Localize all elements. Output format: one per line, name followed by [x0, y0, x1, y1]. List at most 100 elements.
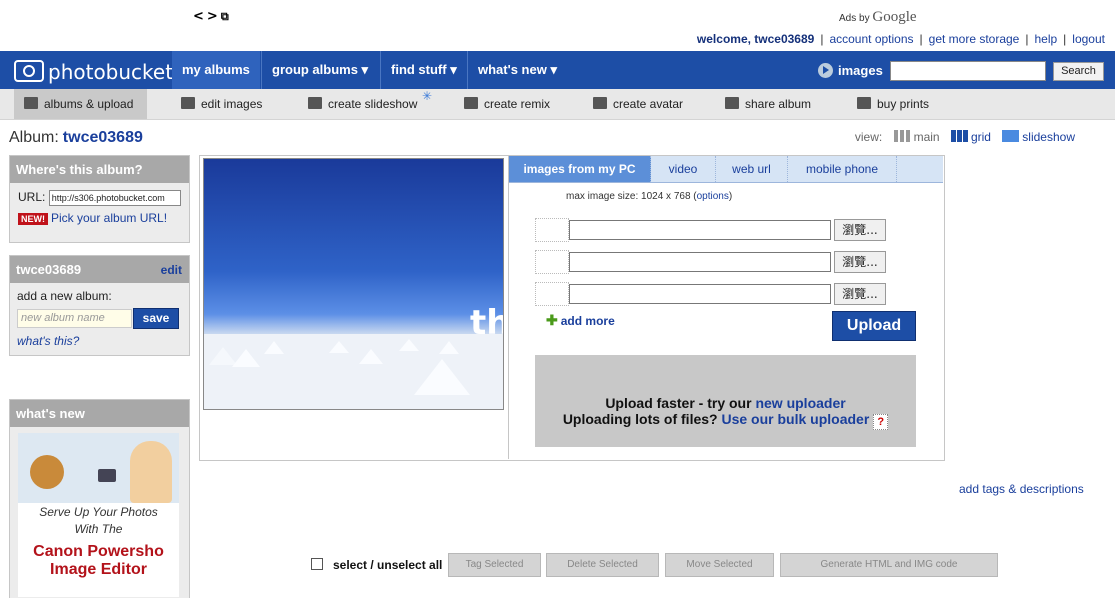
move-selected-button[interactable]: Move Selected — [665, 553, 774, 577]
options-link[interactable]: options — [697, 191, 729, 202]
view-label: view: — [854, 130, 883, 144]
ad-image — [18, 433, 179, 503]
add-tags-link[interactable]: add tags & descriptions — [959, 482, 1084, 496]
new-window-icon[interactable]: ⧉ — [221, 10, 229, 24]
search-label-text: images — [838, 63, 883, 78]
ads-by-google[interactable]: Ads by Google — [839, 9, 917, 26]
subnav-albums-upload[interactable]: albums & upload — [14, 89, 148, 119]
new-badge: NEW! — [18, 213, 48, 225]
delete-selected-button[interactable]: Delete Selected — [546, 553, 659, 577]
subnav-create-slideshow[interactable]: create slideshow — [308, 89, 417, 119]
bulk-text: Uploading lots of files? — [562, 411, 722, 427]
search-button[interactable]: Search — [1053, 62, 1104, 81]
ads-prefix: Ads by — [839, 13, 870, 24]
subnav-label: buy prints — [877, 97, 930, 111]
upload-button[interactable]: Upload — [832, 311, 916, 341]
salt-mound — [414, 359, 470, 395]
photobucket-logo[interactable]: photobucket — [14, 60, 173, 84]
subnav-buy-prints[interactable]: buy prints — [857, 89, 929, 119]
album-label: Album: — [9, 129, 59, 146]
add-more-link[interactable]: ✚ add more — [546, 312, 615, 329]
subnav-share-album[interactable]: share album — [725, 89, 811, 119]
album-title: Album: twce03689 — [9, 129, 143, 147]
salt-mound — [399, 339, 419, 351]
browse-button[interactable]: 瀏覽... — [834, 219, 886, 241]
sub-nav-bar — [0, 89, 1115, 120]
view-main[interactable]: main — [893, 130, 940, 144]
subnav-create-avatar[interactable]: create avatar — [593, 89, 683, 119]
edit-link[interactable]: edit — [161, 263, 182, 277]
view-grid[interactable]: grid — [950, 130, 991, 144]
subnav-label: create remix — [484, 97, 551, 111]
generate-code-button[interactable]: Generate HTML and IMG code — [780, 553, 998, 577]
search-input[interactable] — [890, 61, 1046, 81]
bulk-uploader-link[interactable]: Use our bulk uploader — [721, 411, 869, 427]
slideshow-icon — [308, 97, 322, 109]
get-more-storage-link[interactable]: get more storage — [929, 32, 1020, 46]
help-question-icon[interactable]: ? — [873, 414, 889, 430]
view-main-label: main — [913, 130, 940, 144]
tag-selected-button[interactable]: Tag Selected — [448, 553, 541, 577]
subnav-edit-images[interactable]: edit images — [181, 89, 262, 119]
save-button[interactable]: save — [133, 308, 179, 329]
tab-web-url[interactable]: web url — [716, 156, 788, 182]
faster-text: Upload faster - try our — [605, 395, 756, 411]
browse-button[interactable]: 瀏覽... — [834, 251, 886, 273]
view-grid-label: grid — [970, 130, 991, 144]
salt-mound — [232, 349, 260, 367]
album-name[interactable]: twce03689 — [63, 129, 143, 146]
uploader-promo: Upload faster - try our new uploader Upl… — [535, 355, 916, 447]
nav-find-stuff[interactable]: find stuff ▾ — [380, 51, 467, 89]
forward-arrow-icon[interactable]: > — [207, 9, 218, 24]
welcome-link[interactable]: welcome, twce03689 — [697, 32, 814, 46]
dog-image — [30, 455, 64, 489]
pick-album-url-link[interactable]: Pick your album URL! — [51, 211, 167, 225]
google-brand: Google — [872, 9, 917, 25]
file-path-input[interactable] — [569, 220, 831, 240]
view-slideshow[interactable]: slideshow — [1002, 130, 1075, 144]
tab-video[interactable]: video — [651, 156, 716, 182]
tab-mobile-phone[interactable]: mobile phone — [788, 156, 897, 182]
logo-text: photobucket — [48, 60, 174, 84]
album-url-field[interactable]: http://s306.photobucket.com — [48, 190, 181, 206]
add-album-label: add a new album: — [17, 289, 112, 303]
subnav-create-remix[interactable]: create remix — [464, 89, 550, 119]
account-options-link[interactable]: account options — [829, 32, 913, 46]
plus-icon: ✚ — [546, 312, 558, 328]
salt-mound — [439, 341, 459, 354]
user-panel: twce03689 edit add a new album: new albu… — [9, 255, 190, 356]
panel-username: twce03689 — [16, 262, 82, 277]
file-thumb-slot — [535, 250, 569, 274]
tab-images-from-pc[interactable]: images from my PC — [509, 156, 651, 182]
select-all[interactable]: select / unselect all — [311, 558, 442, 572]
nav-whats-new[interactable]: what's new ▾ — [467, 51, 567, 89]
subnav-label: create avatar — [613, 97, 684, 111]
where-panel: Where's this album? URL: http://s306.pho… — [9, 155, 190, 243]
albums-upload-icon — [24, 97, 38, 109]
file-path-input[interactable] — [569, 284, 831, 304]
file-path-input[interactable] — [569, 252, 831, 272]
nav-my-albums[interactable]: my albums — [172, 51, 260, 89]
browse-button[interactable]: 瀏覽... — [834, 283, 886, 305]
select-all-checkbox[interactable] — [311, 558, 323, 570]
new-uploader-link[interactable]: new uploader — [755, 395, 845, 411]
new-album-input[interactable]: new album name — [17, 309, 132, 328]
view-slideshow-label: slideshow — [1022, 130, 1075, 144]
image-search-label[interactable]: images — [818, 63, 883, 78]
subnav-label: edit images — [201, 97, 263, 111]
back-arrow-icon[interactable]: < — [193, 9, 204, 24]
logout-link[interactable]: logout — [1072, 32, 1105, 46]
album-preview-image[interactable]: th — [203, 158, 504, 410]
where-panel-title: Where's this album? — [10, 156, 189, 183]
canon-ad-banner[interactable]: Serve Up Your Photos With The Canon Powe… — [18, 433, 179, 597]
salt-mound — [359, 349, 383, 364]
browser-nav-arrows: < > ⧉ — [193, 9, 232, 24]
share-icon — [725, 97, 739, 109]
view-switcher: view: main grid slideshow — [855, 130, 1075, 144]
help-link[interactable]: help — [1034, 32, 1057, 46]
whats-this-link[interactable]: what's this? — [17, 334, 79, 348]
max-image-size: max image size: 1024 x 768 (options) — [566, 191, 732, 202]
subnav-label: albums & upload — [44, 97, 134, 111]
main-view-icon — [893, 130, 911, 142]
nav-group-albums[interactable]: group albums ▾ — [261, 51, 378, 89]
